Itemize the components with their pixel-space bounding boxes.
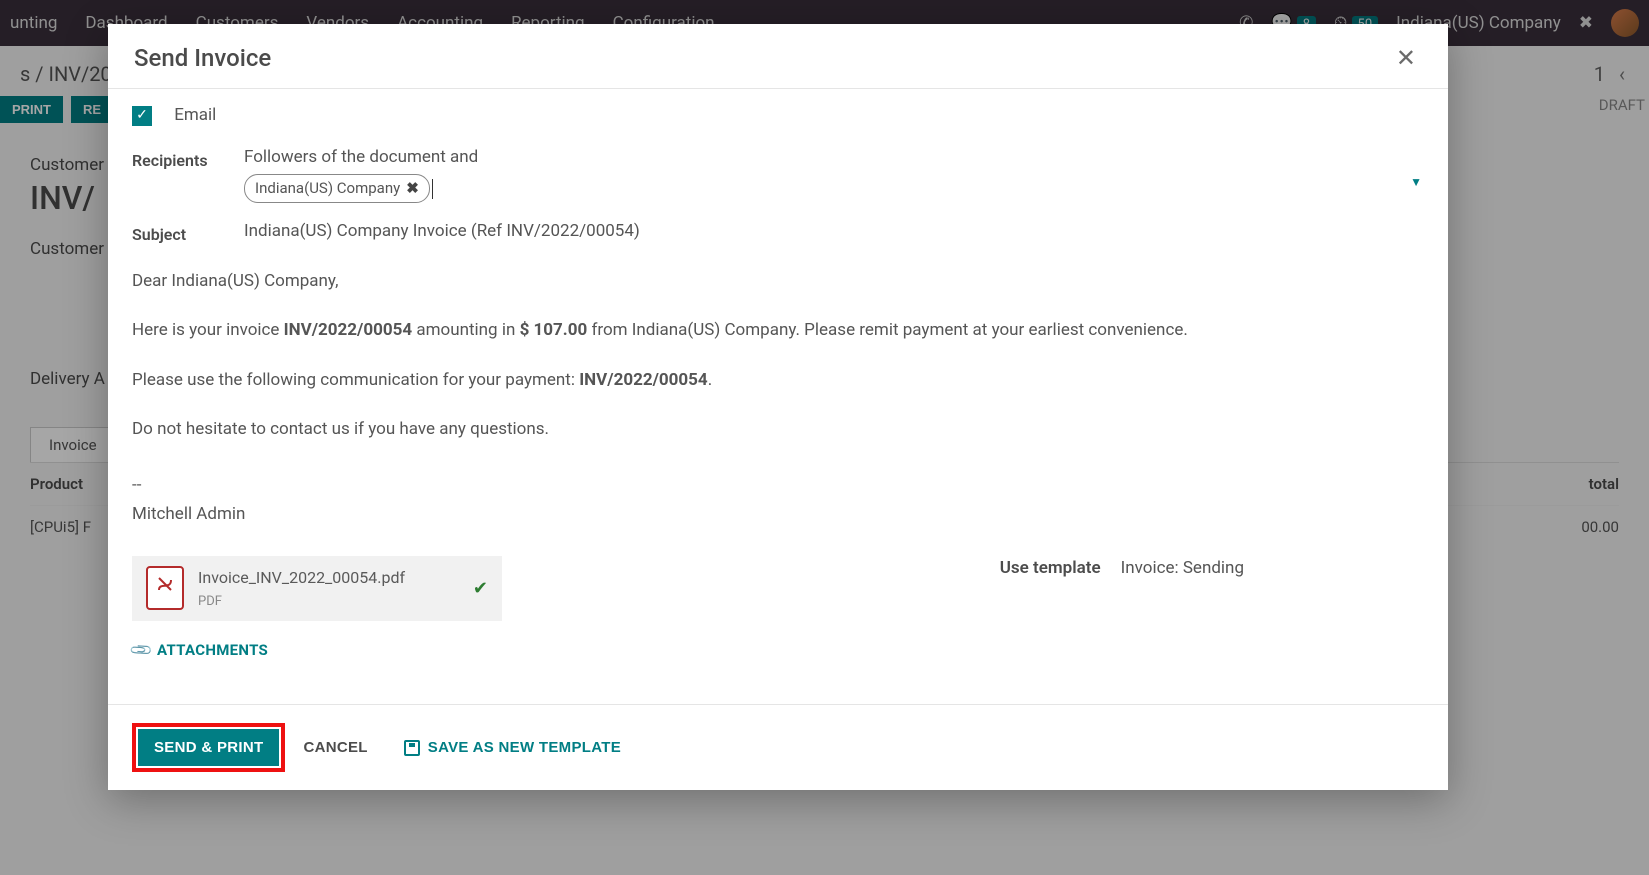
body-line2: Please use the following communication f…	[132, 368, 1424, 394]
text-cursor	[432, 179, 433, 199]
subject-label: Subject	[132, 219, 244, 247]
remove-recipient-icon[interactable]: ✖	[406, 177, 419, 200]
body-line3: Do not hesitate to contact us if you hav…	[132, 417, 1424, 443]
send-invoice-modal: Send Invoice ✕ ✓ Email Recipients Follow…	[108, 24, 1448, 790]
subject-input[interactable]: Indiana(US) Company Invoice (Ref INV/202…	[244, 219, 1424, 245]
greeting: Dear Indiana(US) Company,	[132, 269, 1424, 295]
attachment-item[interactable]: Invoice_INV_2022_00054.pdf PDF ✔	[132, 556, 502, 622]
paperclip-icon: 📎	[127, 636, 156, 665]
send-print-button[interactable]: SEND & PRINT	[138, 729, 279, 766]
modal-title: Send Invoice	[134, 44, 271, 72]
signature-name: Mitchell Admin	[132, 502, 1424, 528]
modal-footer: SEND & PRINT CANCEL SAVE AS NEW TEMPLATE	[108, 704, 1448, 790]
save-icon	[404, 740, 420, 756]
signature-dash: --	[132, 473, 1424, 499]
pdf-icon	[146, 566, 184, 610]
check-icon: ✔	[473, 575, 488, 602]
email-checkbox[interactable]: ✓	[132, 106, 152, 126]
highlight-annotation: SEND & PRINT	[132, 723, 285, 772]
recipient-tag-label: Indiana(US) Company	[255, 177, 400, 200]
recipients-label: Recipients	[132, 145, 244, 173]
save-template-button[interactable]: SAVE AS NEW TEMPLATE	[404, 739, 621, 756]
attachments-button[interactable]: 📎 ATTACHMENTS	[132, 639, 268, 662]
cancel-button[interactable]: CANCEL	[303, 739, 367, 756]
attachment-filename: Invoice_INV_2022_00054.pdf	[198, 566, 405, 590]
attachment-filetype: PDF	[198, 592, 405, 612]
close-icon[interactable]: ✕	[1390, 42, 1422, 74]
recipients-field[interactable]: Followers of the document and Indiana(US…	[244, 145, 1424, 203]
chevron-down-icon[interactable]: ▼	[1410, 173, 1422, 191]
use-template-label: Use template	[1000, 556, 1101, 582]
email-label: Email	[174, 105, 216, 125]
modal-body: ✓ Email Recipients Followers of the docu…	[108, 89, 1448, 704]
recipients-prefix: Followers of the document and	[244, 145, 1424, 171]
email-body[interactable]: Dear Indiana(US) Company, Here is your i…	[132, 269, 1424, 528]
template-select[interactable]: Invoice: Sending	[1121, 556, 1244, 582]
recipient-tag[interactable]: Indiana(US) Company ✖	[244, 174, 430, 203]
body-line1: Here is your invoice INV/2022/00054 amou…	[132, 318, 1424, 344]
